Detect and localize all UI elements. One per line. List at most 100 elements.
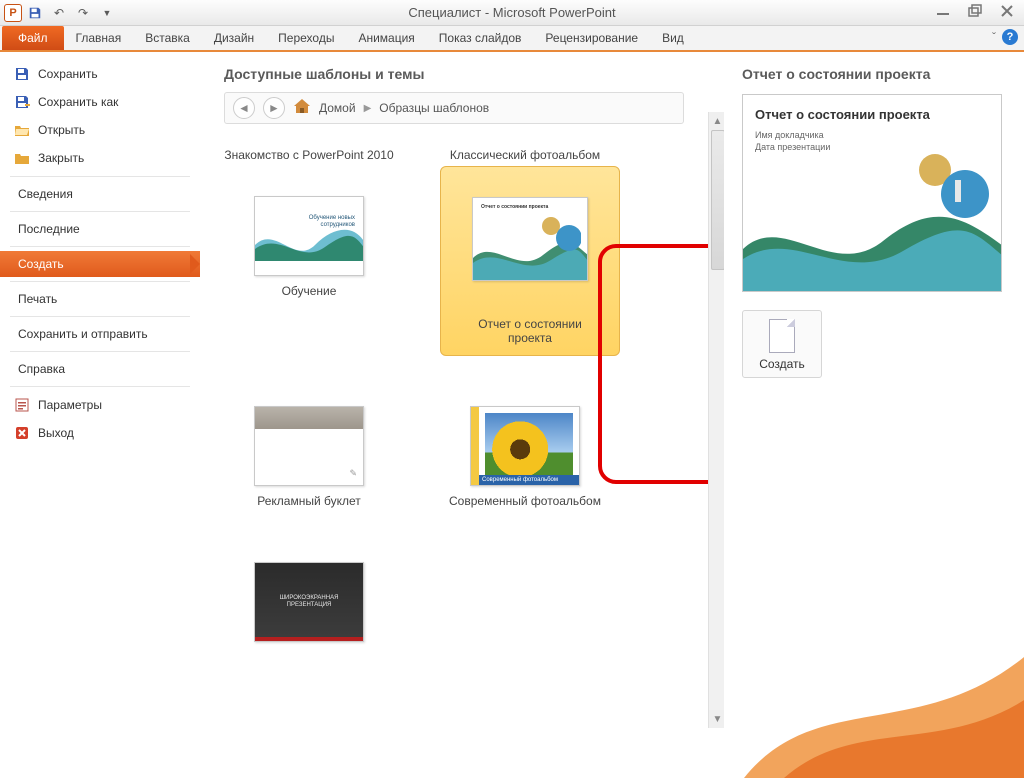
tab-design[interactable]: Дизайн (202, 26, 266, 50)
tab-slideshow[interactable]: Показ слайдов (427, 26, 534, 50)
tab-insert[interactable]: Вставка (133, 26, 202, 50)
tab-animation[interactable]: Анимация (346, 26, 426, 50)
template-thumb: Современный фотоальбом (470, 406, 580, 486)
open-icon (14, 122, 30, 138)
thumb-mini-title: Отчет о состоянии проекта (481, 204, 548, 210)
scroll-up-icon[interactable]: ▲ (709, 112, 724, 130)
new-document-icon (769, 319, 795, 353)
sidebar-label: Печать (18, 292, 57, 306)
thumb-text-line: Обучение новых (309, 215, 355, 221)
tile-label: Рекламный буклет (257, 494, 361, 508)
backstage: Сохранить Сохранить как Открыть Закрыть … (0, 52, 1024, 738)
sidebar-label: Сохранить как (38, 95, 118, 109)
tab-home[interactable]: Главная (64, 26, 134, 50)
qat-save-icon[interactable] (24, 2, 46, 24)
options-icon (14, 397, 30, 413)
qat-undo-icon[interactable]: ↶ (48, 2, 70, 24)
breadcrumb-category[interactable]: Образцы шаблонов (379, 101, 489, 115)
sidebar-item-info[interactable]: Сведения (0, 181, 200, 207)
qat-dropdown-icon[interactable]: ▼ (96, 2, 118, 24)
sidebar-item-save[interactable]: Сохранить (0, 60, 200, 88)
close-button[interactable] (996, 2, 1018, 20)
templates-panel: Доступные шаблоны и темы ◄ ► Домой ▶ Обр… (200, 52, 724, 738)
minimize-button[interactable] (932, 2, 954, 20)
home-icon[interactable] (293, 98, 311, 118)
sidebar-label: Параметры (38, 398, 102, 412)
sidebar-item-help[interactable]: Справка (0, 356, 200, 382)
template-thumb: ✎ (254, 406, 364, 486)
tab-transitions[interactable]: Переходы (266, 26, 346, 50)
help-icon[interactable]: ? (1002, 29, 1018, 45)
save-icon (14, 66, 30, 82)
vertical-scrollbar[interactable]: ▲ ▼ (708, 112, 724, 728)
sidebar-label: Последние (18, 222, 80, 236)
template-tile-modern[interactable]: Современный фотоальбом Современный фотоа… (440, 406, 610, 508)
template-thumb: Отчет о состоянии проекта (472, 197, 588, 281)
preview-slide-title: Отчет о состоянии проекта (755, 107, 989, 122)
template-tile[interactable]: Знакомство с PowerPoint 2010 (224, 140, 394, 176)
template-tile-wide[interactable]: ШИРОКОЭКРАННАЯ ПРЕЗЕНТАЦИЯ (224, 562, 394, 642)
template-tile-training[interactable]: Обучение новых сотрудников Обучение (224, 196, 394, 298)
sidebar-label: Создать (18, 257, 64, 271)
qat-redo-icon[interactable]: ↷ (72, 2, 94, 24)
template-thumb: ШИРОКОЭКРАННАЯ ПРЕЗЕНТАЦИЯ (254, 562, 364, 642)
sidebar-item-recent[interactable]: Последние (0, 216, 200, 242)
sidebar-separator (10, 211, 190, 212)
scroll-down-icon[interactable]: ▼ (709, 710, 724, 728)
thumb-text-line: ШИРОКОЭКРАННАЯ (280, 595, 339, 601)
sidebar-label: Справка (18, 362, 65, 376)
file-tab[interactable]: Файл (2, 26, 64, 50)
thumb-caption: Современный фотоальбом (479, 475, 579, 485)
nav-forward-button[interactable]: ► (263, 97, 285, 119)
window-title: Специалист - Microsoft PowerPoint (0, 5, 1024, 20)
preview-slide-line: Имя докладчика (755, 130, 989, 142)
sidebar-item-new[interactable]: Создать (0, 251, 200, 277)
tile-label: Обучение (282, 284, 337, 298)
scroll-thumb[interactable] (711, 130, 724, 270)
breadcrumb-home[interactable]: Домой (319, 101, 356, 115)
thumb-text-line: ПРЕЗЕНТАЦИЯ (287, 602, 332, 608)
quick-access-toolbar: P ↶ ↷ ▼ (0, 2, 118, 24)
preview-slide: Отчет о состоянии проекта Имя докладчика… (742, 94, 1002, 292)
create-label: Создать (759, 357, 805, 371)
sidebar: Сохранить Сохранить как Открыть Закрыть … (0, 52, 200, 738)
tile-label: Отчет о состоянии проекта (461, 317, 599, 345)
app-icon[interactable]: P (4, 4, 22, 22)
preview-title: Отчет о состоянии проекта (742, 66, 1006, 82)
nav-back-button[interactable]: ◄ (233, 97, 255, 119)
save-as-icon (14, 94, 30, 110)
sidebar-item-print[interactable]: Печать (0, 286, 200, 312)
sidebar-label: Сведения (18, 187, 73, 201)
tile-label: Знакомство с PowerPoint 2010 (224, 140, 393, 170)
sidebar-label: Сохранить и отправить (18, 327, 148, 341)
sidebar-separator (10, 246, 190, 247)
sidebar-label: Сохранить (38, 67, 98, 81)
sidebar-item-options[interactable]: Параметры (0, 391, 200, 419)
window-controls (932, 2, 1018, 20)
breadcrumb-sep-icon: ▶ (364, 103, 372, 114)
sidebar-separator (10, 351, 190, 352)
panel-title: Доступные шаблоны и темы (224, 66, 714, 82)
template-gallery: Знакомство с PowerPoint 2010 Классически… (224, 140, 704, 642)
sidebar-label: Выход (38, 426, 74, 440)
sidebar-item-close[interactable]: Закрыть (0, 144, 200, 172)
tab-review[interactable]: Рецензирование (533, 26, 650, 50)
sidebar-separator (10, 316, 190, 317)
template-tile-flyer[interactable]: ✎ Рекламный буклет (224, 406, 394, 508)
sidebar-item-open[interactable]: Открыть (0, 116, 200, 144)
breadcrumb-bar: ◄ ► Домой ▶ Образцы шаблонов (224, 92, 684, 124)
sidebar-item-exit[interactable]: Выход (0, 419, 200, 447)
restore-button[interactable] (964, 2, 986, 20)
sidebar-item-save-send[interactable]: Сохранить и отправить (0, 321, 200, 347)
sidebar-separator (10, 281, 190, 282)
preview-panel: Отчет о состоянии проекта Отчет о состоя… (724, 52, 1024, 738)
create-button[interactable]: Создать (742, 310, 822, 378)
ribbon-minimize-icon[interactable]: ˇ (992, 30, 996, 44)
ribbon-tabs: Файл Главная Вставка Дизайн Переходы Ани… (0, 26, 1024, 52)
sidebar-item-save-as[interactable]: Сохранить как (0, 88, 200, 116)
template-tile-status-selected[interactable]: Отчет о состоянии проекта Отчет о состоя… (440, 166, 620, 356)
sidebar-separator (10, 386, 190, 387)
close-folder-icon (14, 150, 30, 166)
tab-view[interactable]: Вид (650, 26, 696, 50)
titlebar: P ↶ ↷ ▼ Специалист - Microsoft PowerPoin… (0, 0, 1024, 26)
